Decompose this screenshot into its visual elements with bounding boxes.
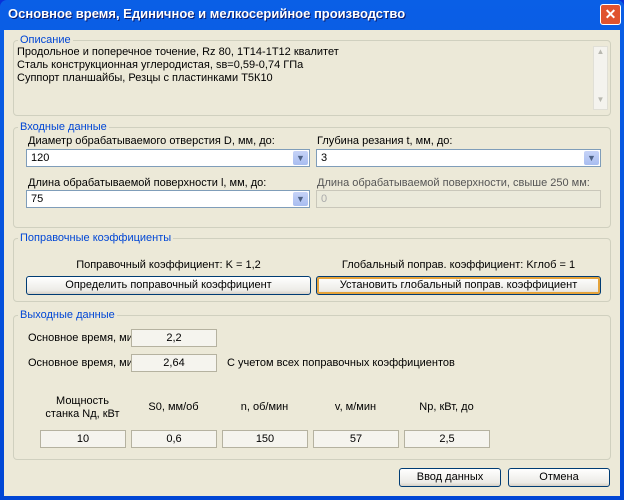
dialog-window: Основное время, Единичное и мелкосерийно… bbox=[0, 0, 624, 500]
depth-combo[interactable]: 3 ▼ bbox=[316, 149, 601, 167]
enter-data-button[interactable]: Ввод данных bbox=[399, 468, 501, 487]
dialog-body: Описание Продольное и поперечное точение… bbox=[4, 30, 620, 496]
chevron-down-icon[interactable]: ▼ bbox=[293, 192, 308, 206]
input-group: Входные данные Диаметр обрабатываемого о… bbox=[13, 121, 611, 228]
time-value: 2,2 bbox=[131, 329, 217, 347]
diameter-combo[interactable]: 120 ▼ bbox=[26, 149, 310, 167]
length-over-label: Длина обрабатываемой поверхности, свыше … bbox=[317, 177, 590, 189]
column-header: Мощность станка Nд, кВт bbox=[45, 395, 120, 420]
length-combo[interactable]: 75 ▼ bbox=[26, 190, 310, 208]
description-line: Продольное и поперечное точение, Rz 80, … bbox=[17, 46, 339, 58]
depth-label: Глубина резания t, мм, до: bbox=[317, 135, 453, 147]
determine-coefficient-button[interactable]: Определить поправочный коэффициент bbox=[26, 276, 311, 295]
time-label: Основное время, мин: bbox=[28, 332, 143, 344]
output-legend: Выходные данные bbox=[18, 309, 117, 321]
speed-value: 57 bbox=[313, 430, 399, 448]
kglob-text: Глобальный поправ. коэффициент: Kглоб = … bbox=[341, 259, 576, 271]
column-header: Nр, кВт, до bbox=[419, 401, 474, 413]
description-legend: Описание bbox=[18, 34, 73, 46]
description-scrollbar[interactable]: ▲ ▼ bbox=[593, 46, 608, 110]
length-label: Длина обрабатываемой поверхности l, мм, … bbox=[28, 177, 267, 189]
description-text: Продольное и поперечное точение, Rz 80, … bbox=[17, 46, 339, 85]
coefficients-group: Поправочные коэффициенты Поправочный коэ… bbox=[13, 232, 611, 302]
length-over-value: 0 bbox=[321, 193, 328, 205]
description-line: Сталь конструкционная углеродистая, sв=0… bbox=[17, 59, 304, 71]
column-header: n, об/мин bbox=[240, 401, 289, 413]
length-over-input[interactable]: 0 bbox=[316, 190, 601, 208]
diameter-value: 120 bbox=[31, 152, 50, 164]
column-header: v, м/мин bbox=[334, 401, 377, 413]
rpm-value: 150 bbox=[222, 430, 308, 448]
window-title: Основное время, Единичное и мелкосерийно… bbox=[8, 6, 406, 21]
column-header: S0, мм/об bbox=[148, 401, 199, 413]
input-legend: Входные данные bbox=[18, 121, 109, 133]
depth-value: 3 bbox=[321, 152, 328, 164]
chevron-down-icon[interactable]: ▼ bbox=[293, 151, 308, 165]
scroll-down-icon[interactable]: ▼ bbox=[594, 95, 607, 109]
time2-value: 2,64 bbox=[131, 354, 217, 372]
k-text: Поправочный коэффициент: K = 1,2 bbox=[76, 259, 261, 271]
power-value: 10 bbox=[40, 430, 126, 448]
coefficients-legend: Поправочные коэффициенты bbox=[18, 232, 174, 244]
set-global-coefficient-button[interactable]: Установить глобальный поправ. коэффициен… bbox=[316, 276, 601, 295]
scroll-up-icon[interactable]: ▲ bbox=[594, 47, 607, 61]
length-value: 75 bbox=[31, 193, 44, 205]
diameter-label: Диаметр обрабатываемого отверстия D, мм,… bbox=[28, 135, 275, 147]
cancel-button[interactable]: Отмена bbox=[508, 468, 610, 487]
time2-label: Основное время, мин: bbox=[28, 357, 143, 369]
chevron-down-icon[interactable]: ▼ bbox=[584, 151, 599, 165]
output-group: Выходные данные Основное время, мин: 2,2… bbox=[13, 309, 611, 460]
time2-note: С учетом всех поправочных коэффициентов bbox=[227, 357, 455, 369]
feed-value: 0,6 bbox=[131, 430, 217, 448]
description-line: Суппорт планшайбы, Резцы с пластинками Т… bbox=[17, 72, 273, 84]
close-button[interactable]: ✕ bbox=[600, 4, 621, 25]
description-group: Описание Продольное и поперечное точение… bbox=[13, 34, 611, 116]
cutting-power-value: 2,5 bbox=[404, 430, 490, 448]
